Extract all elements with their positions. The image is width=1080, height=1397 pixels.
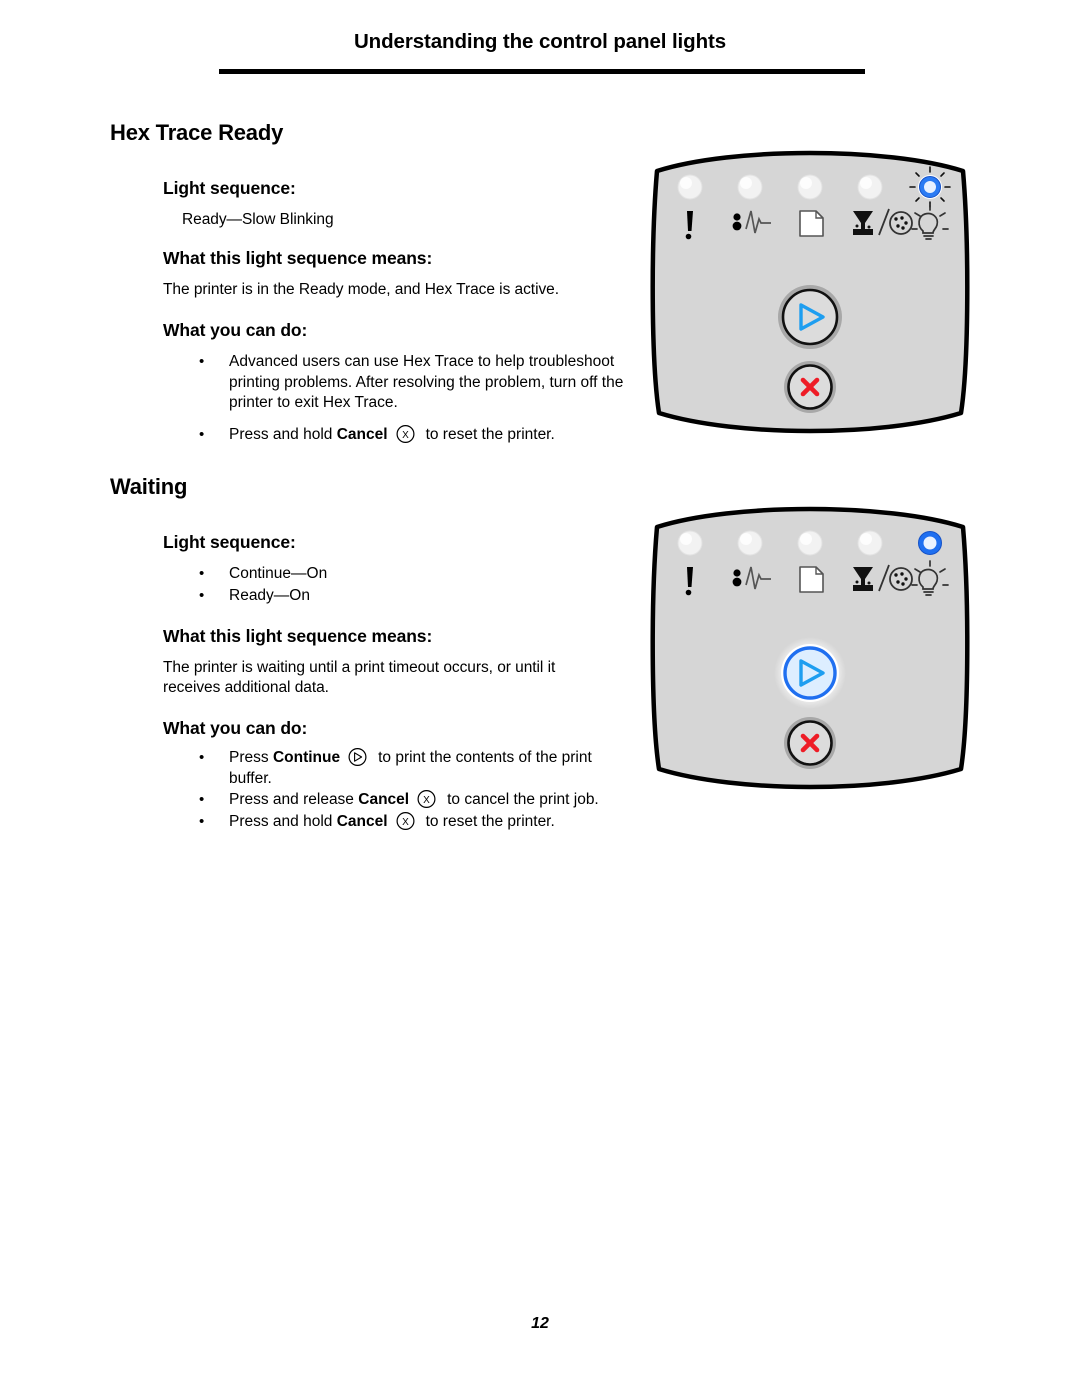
meaning-text-2: The printer is waiting until a print tim… [163,659,556,696]
cancel-x-icon: X [394,811,417,830]
meaning-text-1: The printer is in the Ready mode, and He… [163,281,559,298]
toner-led [857,174,883,200]
list-item: • Ready—On [163,586,583,607]
bullet-icon: • [199,565,205,582]
error-led [677,174,703,200]
action-text-pre: Press and release [229,791,359,808]
action-text-pre: Press and hold [229,425,337,443]
light-sequence-item: Ready—On [229,586,310,604]
cancel-x-icon: X [394,424,417,443]
label-what-you-can-do-2: What you can do: [163,718,308,738]
load-paper-led [797,530,823,556]
list-item: • Press Continue to print the contents of… [163,748,633,789]
cancel-button-off [784,361,836,413]
action-text: Advanced users can use Hex Trace to help… [229,353,624,411]
bullet-icon: • [199,586,205,604]
action-text-pre: Press and hold [229,812,337,830]
control-panel-illustration-2 [643,497,977,803]
list-item: • Press and hold Cancel Xto reset the pri… [163,811,633,833]
light-sequence-item: Continue—On [229,565,328,582]
continue-triangle-icon [346,748,369,766]
running-header: Understanding the control panel lights [353,30,727,53]
section-title-waiting: Waiting [110,474,188,499]
list-item: • Press and release Cancel Xto cancel the… [163,790,633,811]
toner-led [857,530,883,556]
action-list-2: • Press Continue to print the contents of… [163,748,633,833]
label-what-you-can-do-1: What you can do: [163,320,308,340]
keyword-continue: Continue [272,749,341,766]
paper-icon [799,210,824,237]
paper-jam-led [737,530,763,556]
list-item: • Continue—On [163,564,583,585]
document-page: Understanding the control panel lights H… [0,0,1080,1397]
list-item: • Press and hold Cancel Xto reset the pri… [163,424,633,446]
light-sequence-value-1: Ready—Slow Blinking [182,211,334,228]
keyword-cancel: Cancel [336,812,388,830]
keyword-cancel: Cancel [358,791,410,808]
light-sequence-list-2: • Continue—On • Ready—On [163,564,583,607]
label-what-means-1: What this light sequence means: [163,248,433,268]
header-divider [219,69,865,74]
cancel-button-off [784,717,836,769]
action-text-post: to reset the printer. [425,425,555,443]
label-what-means-2: What this light sequence means: [163,626,433,646]
paper-jam-led [737,174,763,200]
continue-button-off [778,285,842,349]
section-title-hex-trace-ready: Hex Trace Ready [110,120,284,145]
continue-button-on [774,637,846,709]
action-text-post: to cancel the print job. [447,791,599,808]
action-text-pre: Press [229,749,273,766]
paper-icon [799,566,824,593]
cancel-x-icon: X [415,790,438,808]
bullet-icon: • [199,791,205,808]
keyword-cancel: Cancel [336,425,388,443]
label-light-sequence-2: Light sequence: [163,532,296,552]
bullet-icon: • [199,812,205,830]
svg-text:X: X [402,430,409,441]
control-panel-illustration-1 [643,141,977,447]
bullet-icon: • [199,749,205,766]
page-number: 12 [531,1315,549,1332]
error-led [677,530,703,556]
action-list-1: • Advanced users can use Hex Trace to he… [163,352,633,445]
bullet-icon: • [199,425,205,443]
svg-text:X: X [423,795,430,806]
ready-led-on [918,531,942,555]
list-item: • Advanced users can use Hex Trace to he… [163,352,633,414]
svg-text:X: X [402,817,409,828]
bullet-icon: • [199,353,205,370]
load-paper-led [797,174,823,200]
action-text-post: to reset the printer. [425,812,555,830]
label-light-sequence-1: Light sequence: [163,178,296,198]
